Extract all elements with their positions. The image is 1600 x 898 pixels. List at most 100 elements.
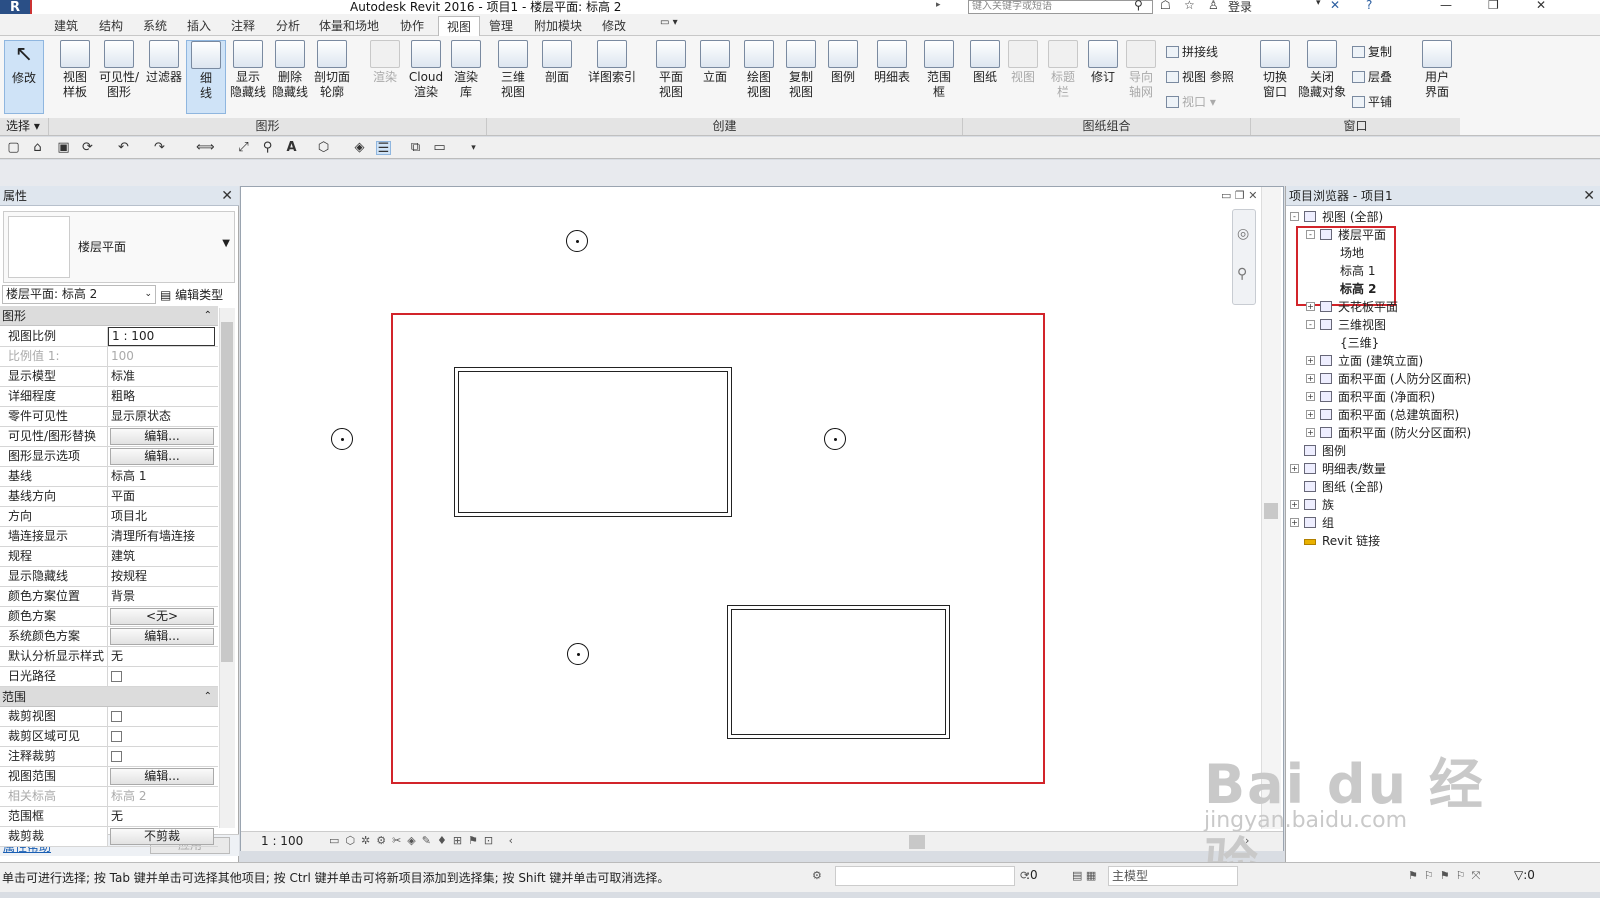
property-checkbox[interactable] xyxy=(111,711,122,722)
property-row[interactable]: 裁剪视图 xyxy=(0,707,218,727)
property-checkbox[interactable] xyxy=(111,671,122,682)
browser-tree-item[interactable]: + 组 xyxy=(1286,514,1586,532)
view-scale[interactable]: 1 : 100 xyxy=(261,834,303,848)
browser-tree-item[interactable]: 场地 xyxy=(1286,244,1586,262)
tab-massing-site[interactable]: 体量和场地 xyxy=(319,17,379,34)
subscription-icon[interactable]: ☖ xyxy=(1160,0,1171,12)
property-checkbox[interactable] xyxy=(111,751,122,762)
property-row[interactable]: 显示隐藏线 按规程 xyxy=(0,567,218,587)
property-row[interactable]: 零件可见性 显示原状态 xyxy=(0,407,218,427)
property-value[interactable]: 清理所有墙连接 xyxy=(109,527,217,546)
navigation-bar[interactable]: ◎ ⚲ xyxy=(1232,209,1256,305)
expand-icon[interactable]: + xyxy=(1290,464,1299,473)
expand-icon[interactable]: + xyxy=(1306,410,1315,419)
tile-button[interactable]: 平铺 xyxy=(1352,93,1392,110)
exchange-apps-icon[interactable]: ✕ xyxy=(1330,0,1340,12)
switch-windows-button[interactable]: 切换 窗口 xyxy=(1254,40,1296,100)
view-template-button[interactable]: 视图 样板 xyxy=(54,40,96,100)
view-reference-button[interactable]: 视图 参照 xyxy=(1166,68,1234,85)
browser-tree-item[interactable]: {三维} xyxy=(1286,334,1586,352)
tab-systems[interactable]: 系统 xyxy=(143,17,167,34)
revisions-button[interactable]: 修订 xyxy=(1082,40,1124,85)
steering-wheel-icon[interactable]: ◎ xyxy=(1237,226,1249,242)
expand-icon[interactable]: + xyxy=(1306,356,1315,365)
workset-dropdown[interactable] xyxy=(835,866,1015,886)
favorites-icon[interactable]: ☆ xyxy=(1184,0,1195,12)
select-panel-label[interactable]: 选择 ▾ xyxy=(0,118,48,135)
expand-icon[interactable]: + xyxy=(1306,392,1315,401)
filter-icon[interactable]: ▽:0 xyxy=(1514,868,1535,882)
browser-tree-item[interactable]: + 天花板平面 xyxy=(1286,298,1586,316)
title-block-button[interactable]: 标题 栏 xyxy=(1042,40,1084,100)
filters-button[interactable]: 过滤器 xyxy=(142,40,186,85)
property-row[interactable]: 方向 项目北 xyxy=(0,507,218,527)
customize-qat-icon[interactable]: ▾ xyxy=(466,141,481,155)
property-edit-button[interactable]: 编辑... xyxy=(110,768,214,785)
property-row[interactable]: 规程 建筑 xyxy=(0,547,218,567)
browser-tree-item[interactable]: + 面积平面 (净面积) xyxy=(1286,388,1586,406)
property-value[interactable]: 标高 1 xyxy=(109,467,217,486)
browser-tree-item[interactable]: + 面积平面 (总建筑面积) xyxy=(1286,406,1586,424)
properties-scroll-thumb[interactable] xyxy=(221,322,233,662)
elevation-marker-north[interactable] xyxy=(566,230,588,252)
aligned-dimension-icon[interactable]: ⤢ xyxy=(236,141,251,155)
login-dropdown-icon[interactable]: ▾ xyxy=(1316,0,1321,8)
drawing-canvas[interactable]: ▭ ❐ ✕ ◎ ⚲ 1 : 100 ▭⬡✲⚙✂◈✎♦⊞⚑⊡ ‹ › xyxy=(240,186,1284,851)
thin-lines-button[interactable]: 细 线 xyxy=(186,40,226,114)
plan-views-button[interactable]: 平面 视图 xyxy=(650,40,692,100)
design-option-dropdown[interactable]: 主模型 xyxy=(1108,866,1238,886)
property-value[interactable]: 按规程 xyxy=(109,567,217,586)
legends-button[interactable]: 图例 xyxy=(822,40,864,85)
guide-grid-button[interactable]: 导向 轴网 xyxy=(1120,40,1162,100)
close-hidden-qat-icon[interactable]: ⧉ xyxy=(408,141,423,155)
canvas-horizontal-thumb[interactable] xyxy=(909,835,925,849)
property-value[interactable]: 项目北 xyxy=(109,507,217,526)
help-icon[interactable]: ? xyxy=(1366,0,1372,12)
graphics-group-header[interactable]: 图形 ⌃ xyxy=(0,306,218,326)
property-row[interactable]: 颜色方案 <无> xyxy=(0,607,218,627)
property-row[interactable]: 基线 标高 1 xyxy=(0,467,218,487)
sheet-button[interactable]: 图纸 xyxy=(964,40,1006,85)
application-menu-button[interactable]: R xyxy=(0,0,32,14)
modify-button[interactable]: ↖ 修改 xyxy=(4,40,44,114)
browser-tree-item[interactable]: + 面积平面 (人防分区面积) xyxy=(1286,370,1586,388)
property-row[interactable]: 视图比例 1 : 100 xyxy=(0,327,218,347)
property-row[interactable]: 默认分析显示样式无 xyxy=(0,647,218,667)
cut-profile-button[interactable]: 剖切面 轮廓 xyxy=(310,40,354,100)
place-view-button[interactable]: 视图 xyxy=(1002,40,1044,85)
property-row[interactable]: 相关标高 标高 2 xyxy=(0,787,218,807)
tag-icon[interactable]: ⚲ xyxy=(260,141,275,155)
wall-room-2[interactable] xyxy=(727,605,950,739)
sync-icon[interactable]: ⟳ xyxy=(80,141,95,155)
expand-icon[interactable]: + xyxy=(1290,518,1299,527)
property-edit-button[interactable]: 编辑... xyxy=(110,628,214,645)
tab-analyze[interactable]: 分析 xyxy=(276,17,300,34)
browser-tree-item[interactable]: + 面积平面 (防火分区面积) xyxy=(1286,424,1586,442)
tab-collaborate[interactable]: 协作 xyxy=(400,17,424,34)
measure-icon[interactable]: ⟺ xyxy=(196,141,215,155)
thin-lines-qat-icon[interactable]: ☰ xyxy=(376,141,391,156)
property-row[interactable]: 详细程度 粗略 xyxy=(0,387,218,407)
property-edit-button[interactable]: 不剪裁 xyxy=(110,828,214,845)
property-checkbox[interactable] xyxy=(111,731,122,742)
elevation-marker-west[interactable] xyxy=(331,428,353,450)
zoom-icon[interactable]: ⚲ xyxy=(1237,266,1247,282)
edit-type-button[interactable]: ▤ 编辑类型 xyxy=(160,286,223,303)
render-button[interactable]: 渲染 xyxy=(364,40,406,85)
property-edit-button[interactable]: 编辑... xyxy=(110,428,214,445)
scope-box-button[interactable]: 范围 框 xyxy=(918,40,960,100)
callout-button[interactable]: 详图索引 xyxy=(582,40,642,85)
property-input[interactable]: 1 : 100 xyxy=(108,327,215,346)
property-row[interactable]: 图形显示选项 编辑... xyxy=(0,447,218,467)
switch-windows-qat-icon[interactable]: ▭ xyxy=(432,141,447,155)
tab-addins[interactable]: 附加模块 xyxy=(534,17,582,34)
instance-dropdown[interactable]: 楼层平面: 标高 2 ⌄ xyxy=(2,285,156,304)
viewport-window-controls[interactable]: ▭ ❐ ✕ xyxy=(1221,189,1257,202)
property-value[interactable]: 显示原状态 xyxy=(109,407,217,426)
browser-tree-item[interactable]: 图纸 (全部) xyxy=(1286,478,1586,496)
show-hidden-lines-button[interactable]: 显示 隐藏线 xyxy=(226,40,270,100)
property-value[interactable]: 标准 xyxy=(109,367,217,386)
browser-tree-item[interactable]: - 楼层平面 xyxy=(1286,226,1586,244)
duplicate-view-button[interactable]: 复制 视图 xyxy=(780,40,822,100)
minimize-icon[interactable]: — xyxy=(1440,0,1452,12)
